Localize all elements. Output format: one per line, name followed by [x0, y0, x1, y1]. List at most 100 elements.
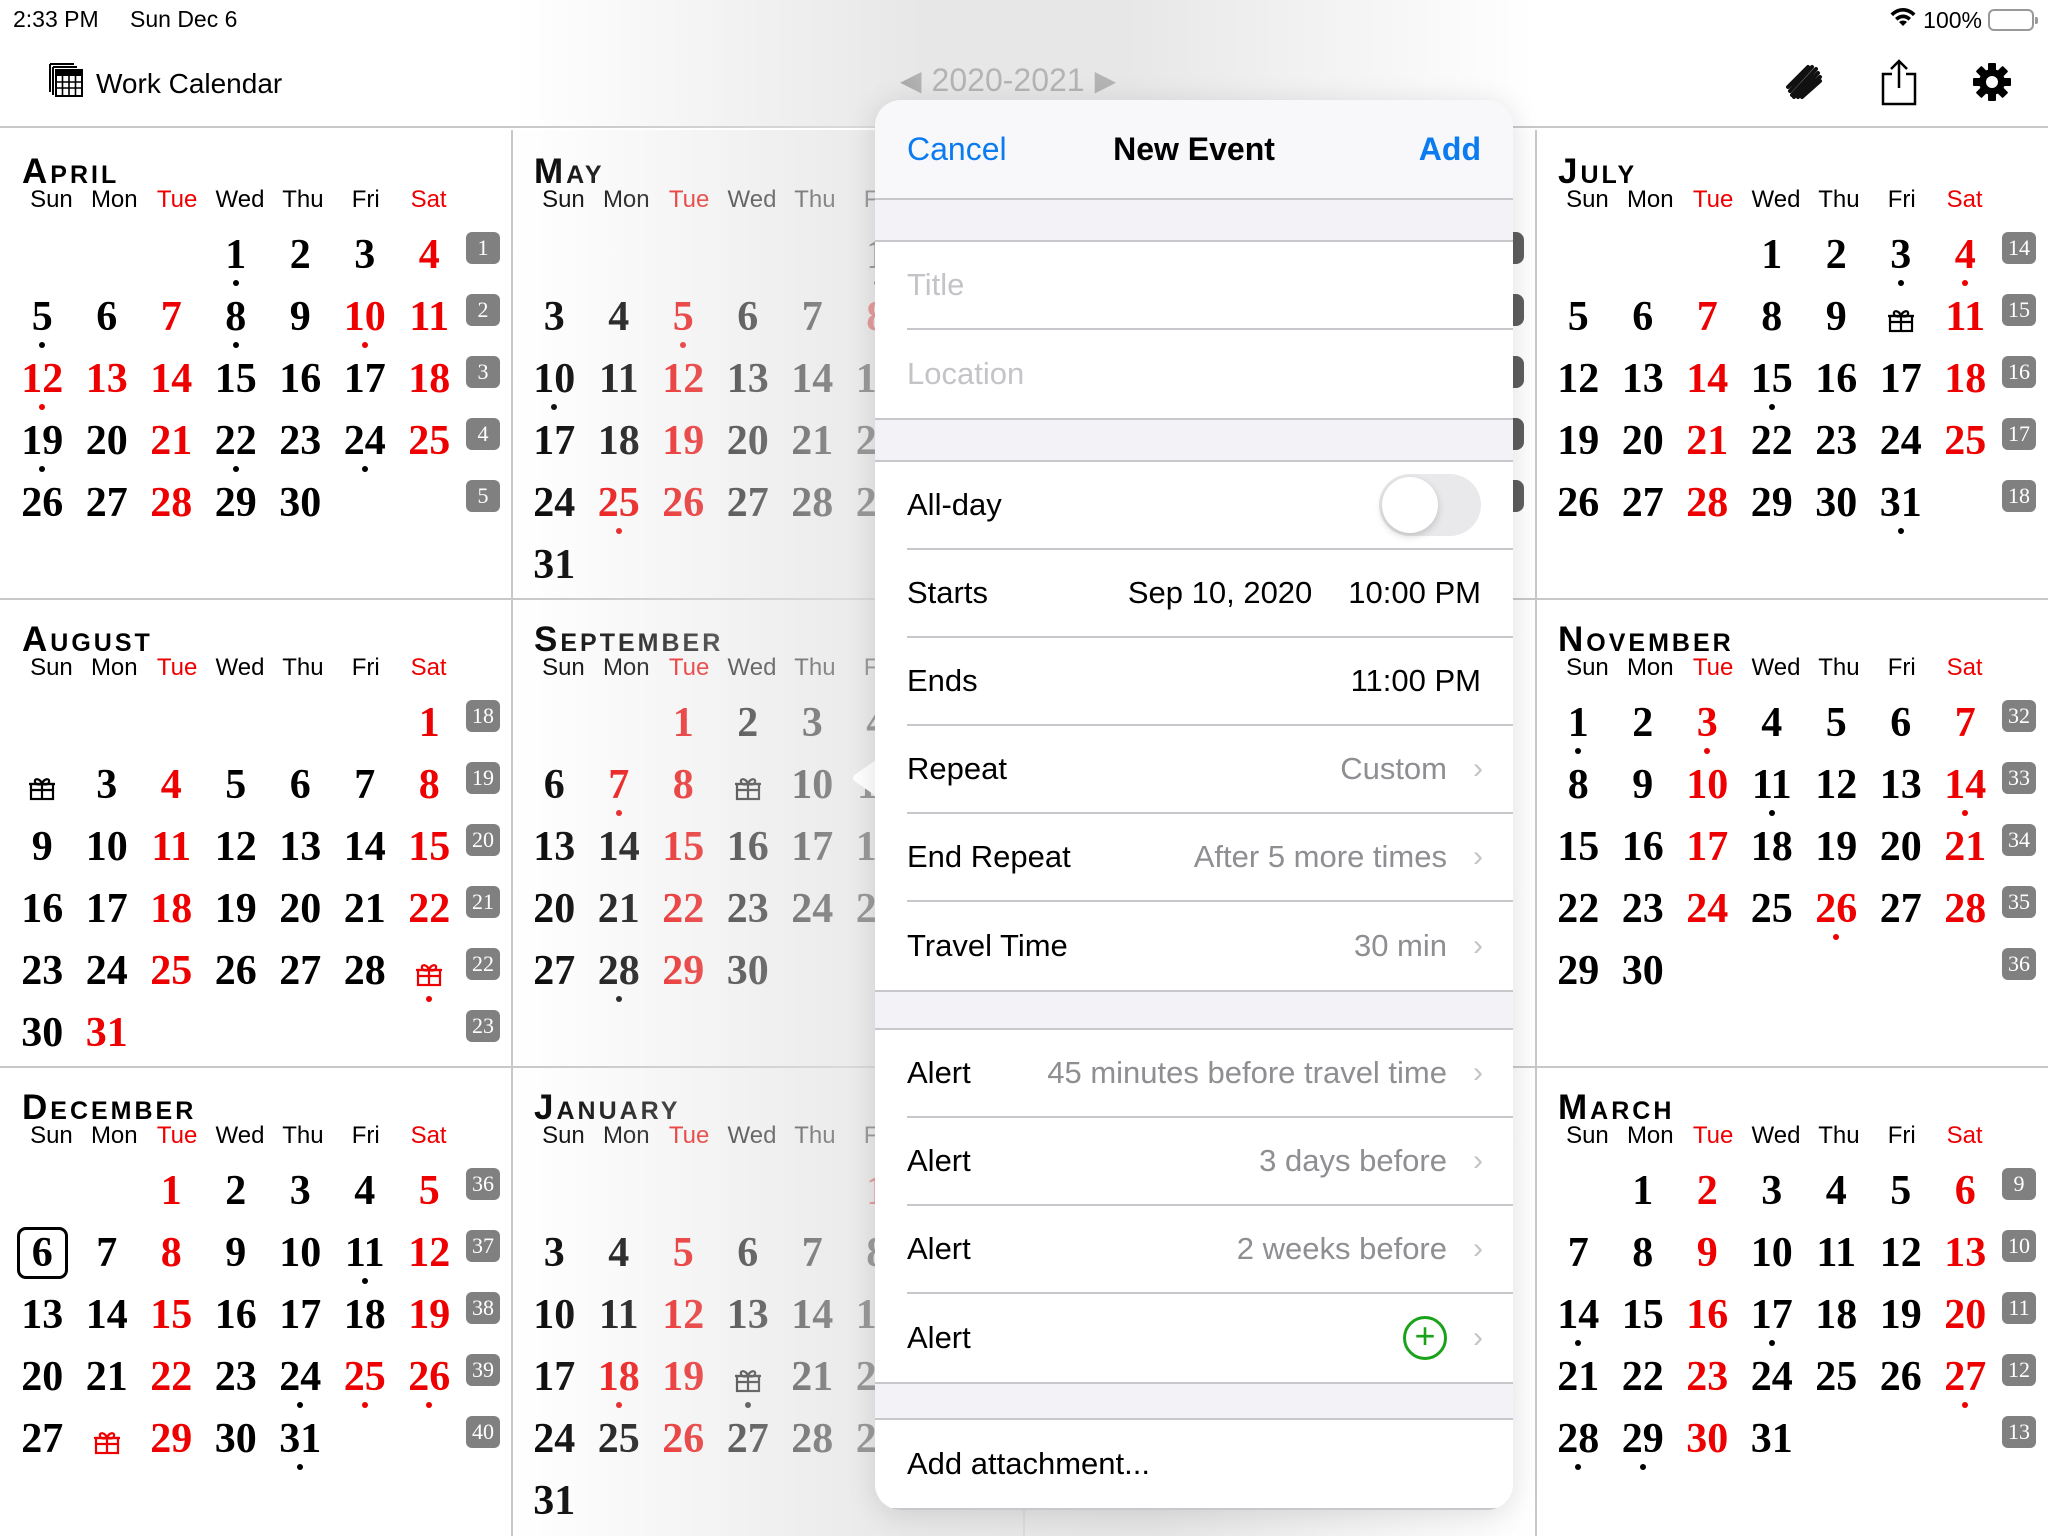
day-cell[interactable]: 15: [139, 1285, 204, 1347]
add-attachment-row[interactable]: Add attachment...: [907, 1420, 1513, 1508]
day-cell[interactable]: 2: [1675, 1161, 1740, 1223]
day-cell[interactable]: 25: [587, 1409, 652, 1471]
day-cell[interactable]: 26: [1546, 473, 1611, 535]
day-cell[interactable]: 23: [204, 1347, 269, 1409]
day-cell[interactable]: 23: [1611, 879, 1676, 941]
day-cell[interactable]: 18: [587, 1347, 652, 1409]
day-cell[interactable]: 4: [397, 225, 462, 287]
day-cell[interactable]: 30: [268, 473, 333, 535]
day-cell[interactable]: 27: [75, 473, 140, 535]
day-cell[interactable]: 16: [1675, 1285, 1740, 1347]
day-cell[interactable]: 10: [1675, 755, 1740, 817]
day-cell[interactable]: 8: [397, 755, 462, 817]
day-cell[interactable]: 2: [1804, 225, 1869, 287]
scribble-icon[interactable]: [1784, 61, 1826, 108]
day-cell[interactable]: 7: [1933, 693, 1998, 755]
day-cell[interactable]: 27: [268, 941, 333, 1003]
day-cell[interactable]: 7: [75, 1223, 140, 1285]
day-cell[interactable]: 21: [1675, 411, 1740, 473]
day-cell[interactable]: 30: [204, 1409, 269, 1471]
day-cell[interactable]: 1: [651, 693, 716, 755]
day-cell[interactable]: 4: [1804, 1161, 1869, 1223]
day-cell[interactable]: 12: [651, 1285, 716, 1347]
day-cell[interactable]: 28: [1675, 473, 1740, 535]
day-cell[interactable]: 27: [1933, 1347, 1998, 1409]
day-cell[interactable]: 20: [268, 879, 333, 941]
day-cell[interactable]: 6: [716, 287, 781, 349]
day-cell[interactable]: 14: [780, 349, 845, 411]
day-cell[interactable]: 20: [75, 411, 140, 473]
repeat-row[interactable]: Repeat Custom ›: [907, 726, 1513, 814]
day-cell[interactable]: 17: [75, 879, 140, 941]
day-cell[interactable]: 20: [1611, 411, 1676, 473]
day-cell[interactable]: 6: [1933, 1161, 1998, 1223]
day-cell[interactable]: 8: [1740, 287, 1805, 349]
day-cell[interactable]: 1: [1611, 1161, 1676, 1223]
day-cell[interactable]: 31: [522, 535, 587, 597]
day-cell[interactable]: 13: [268, 817, 333, 879]
day-cell[interactable]: 22: [1611, 1347, 1676, 1409]
day-cell[interactable]: 15: [651, 817, 716, 879]
day-cell[interactable]: 15: [397, 817, 462, 879]
day-cell[interactable]: 12: [397, 1223, 462, 1285]
day-cell[interactable]: 4: [1740, 693, 1805, 755]
day-cell[interactable]: 3: [1675, 693, 1740, 755]
day-cell[interactable]: 7: [1546, 1223, 1611, 1285]
day-cell[interactable]: 8: [139, 1223, 204, 1285]
day-cell[interactable]: 24: [75, 941, 140, 1003]
day-cell[interactable]: 22: [651, 879, 716, 941]
day-cell[interactable]: 14: [75, 1285, 140, 1347]
day-cell[interactable]: 27: [1869, 879, 1934, 941]
starts-time[interactable]: 10:00 PM: [1348, 575, 1481, 611]
day-cell[interactable]: 7: [139, 287, 204, 349]
day-cell[interactable]: 4: [333, 1161, 398, 1223]
day-cell[interactable]: 24: [1869, 411, 1934, 473]
day-cell[interactable]: 18: [1740, 817, 1805, 879]
day-cell[interactable]: 11: [397, 287, 462, 349]
day-cell[interactable]: 5: [651, 287, 716, 349]
day-cell[interactable]: 10: [333, 287, 398, 349]
day-cell[interactable]: 16: [716, 817, 781, 879]
day-cell[interactable]: 12: [1804, 755, 1869, 817]
day-cell[interactable]: 5: [1869, 1161, 1934, 1223]
day-cell[interactable]: 28: [587, 941, 652, 1003]
day-cell[interactable]: 30: [716, 941, 781, 1003]
gear-icon[interactable]: [1972, 62, 2012, 107]
day-cell[interactable]: 3: [333, 225, 398, 287]
day-cell[interactable]: 2: [268, 225, 333, 287]
day-cell[interactable]: 25: [1933, 411, 1998, 473]
day-cell[interactable]: 1: [1740, 225, 1805, 287]
day-cell[interactable]: 11: [139, 817, 204, 879]
day-cell[interactable]: 13: [1611, 349, 1676, 411]
day-cell[interactable]: 28: [780, 1409, 845, 1471]
day-cell[interactable]: 17: [522, 1347, 587, 1409]
day-cell[interactable]: 16: [204, 1285, 269, 1347]
day-cell[interactable]: 14: [1675, 349, 1740, 411]
day-cell[interactable]: 9: [204, 1223, 269, 1285]
day-cell[interactable]: 22: [1546, 879, 1611, 941]
day-cell[interactable]: 9: [1611, 755, 1676, 817]
day-cell[interactable]: 17: [1869, 349, 1934, 411]
day-cell[interactable]: 15: [1611, 1285, 1676, 1347]
day-cell[interactable]: 30: [10, 1003, 75, 1065]
day-cell[interactable]: 16: [1804, 349, 1869, 411]
day-cell[interactable]: 12: [1869, 1223, 1934, 1285]
day-cell[interactable]: 10: [780, 755, 845, 817]
day-cell[interactable]: 14: [333, 817, 398, 879]
day-cell[interactable]: 21: [1546, 1347, 1611, 1409]
day-cell[interactable]: 21: [780, 1347, 845, 1409]
day-cell[interactable]: [75, 1409, 140, 1471]
day-cell[interactable]: 6: [75, 287, 140, 349]
day-cell[interactable]: 24: [268, 1347, 333, 1409]
day-cell[interactable]: 24: [522, 1409, 587, 1471]
day-cell[interactable]: 28: [780, 473, 845, 535]
day-cell[interactable]: 23: [268, 411, 333, 473]
day-cell[interactable]: 17: [522, 411, 587, 473]
day-cell[interactable]: 20: [10, 1347, 75, 1409]
day-cell[interactable]: 6: [268, 755, 333, 817]
day-cell[interactable]: 29: [1740, 473, 1805, 535]
day-cell[interactable]: 10: [1740, 1223, 1805, 1285]
day-cell[interactable]: 23: [10, 941, 75, 1003]
day-cell[interactable]: 8: [1546, 755, 1611, 817]
day-cell[interactable]: 18: [139, 879, 204, 941]
